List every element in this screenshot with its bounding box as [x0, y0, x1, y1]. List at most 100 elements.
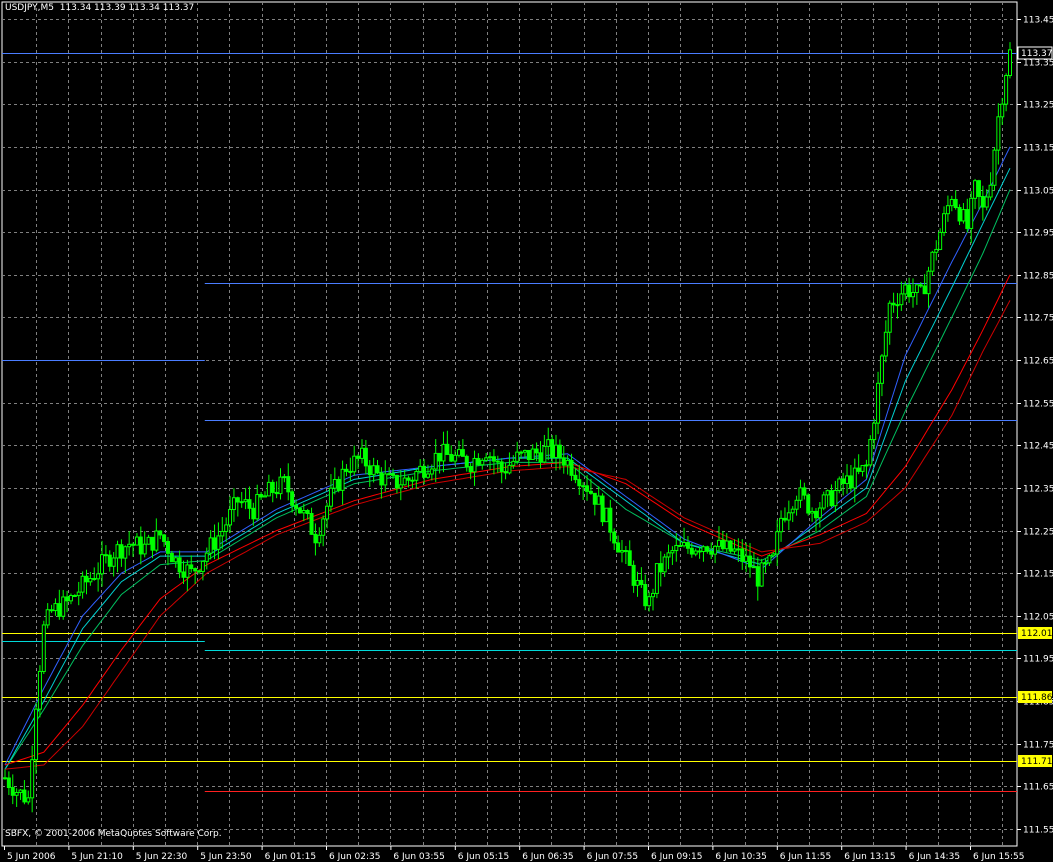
- candle-body: [282, 476, 287, 479]
- candle: [491, 449, 496, 475]
- candle: [670, 546, 675, 565]
- candle-body: [119, 544, 124, 559]
- candle-body: [658, 563, 663, 573]
- candle: [891, 292, 896, 313]
- candle: [488, 452, 493, 471]
- candle-body: [212, 537, 217, 550]
- candle: [464, 454, 469, 472]
- candle: [829, 484, 834, 508]
- candle-body: [173, 557, 178, 563]
- candle: [825, 489, 830, 508]
- candle-body: [577, 479, 582, 487]
- candle: [619, 539, 624, 563]
- candle: [833, 480, 838, 513]
- candle: [728, 540, 733, 554]
- candle: [14, 788, 19, 807]
- candle: [732, 539, 737, 555]
- candle-body: [107, 554, 112, 567]
- candle-body: [158, 530, 163, 536]
- candle: [239, 491, 244, 508]
- candle: [154, 518, 159, 553]
- candle-body: [511, 460, 516, 466]
- candle-body: [410, 479, 415, 482]
- candle-body: [208, 537, 213, 554]
- candle: [631, 560, 636, 593]
- ma-line-red: [4, 274, 1011, 766]
- candle-body: [150, 536, 155, 551]
- candle: [235, 496, 240, 517]
- candle-body: [6, 777, 11, 789]
- candle-body: [142, 543, 147, 555]
- candle-body: [670, 550, 675, 554]
- candle-body: [3, 777, 7, 780]
- candle-body: [115, 544, 120, 559]
- candle-body: [938, 231, 943, 250]
- candle-body: [662, 556, 667, 573]
- symbol-label: USDJPY,M5: [5, 3, 54, 13]
- candle-body: [414, 471, 419, 481]
- candle: [953, 190, 958, 210]
- candle-body: [255, 494, 260, 520]
- candle-body: [200, 560, 205, 572]
- candle: [526, 449, 531, 467]
- candle: [398, 470, 403, 501]
- candle: [189, 555, 194, 573]
- candle-body: [325, 505, 330, 520]
- candle: [759, 558, 764, 587]
- candle-body: [239, 501, 244, 504]
- candle: [26, 790, 31, 805]
- candle: [100, 540, 105, 587]
- candle: [798, 479, 803, 508]
- candle-body: [794, 499, 799, 510]
- candle-body: [216, 535, 221, 550]
- candle-body: [872, 422, 877, 441]
- candle: [895, 293, 900, 319]
- candle: [259, 492, 264, 500]
- candle: [142, 531, 147, 558]
- candle-body: [716, 539, 721, 547]
- candle-body: [519, 451, 524, 454]
- candle: [68, 593, 73, 605]
- candle: [930, 250, 935, 276]
- candle-body: [957, 207, 962, 222]
- candle: [639, 567, 644, 588]
- candle-body: [363, 447, 368, 467]
- y-tick-label: 112.75: [1023, 314, 1053, 324]
- candle: [790, 506, 795, 523]
- candle-body: [779, 517, 784, 533]
- candle: [786, 500, 791, 530]
- candle: [138, 526, 143, 565]
- candle: [111, 552, 116, 577]
- candle: [356, 454, 361, 469]
- x-tick-label: 6 Jun 10:35: [715, 852, 766, 862]
- candle: [600, 493, 605, 527]
- candle-body: [619, 550, 624, 553]
- candle: [456, 440, 461, 458]
- candle: [608, 499, 613, 542]
- candle: [76, 581, 81, 606]
- price-chart[interactable]: 113.45 113.35 113.25 113.15 113.05 112.95 112.…: [0, 0, 1053, 862]
- candle: [949, 195, 954, 212]
- candle: [701, 545, 706, 562]
- candle-body: [852, 467, 857, 489]
- price-marker-label: 112.01: [1021, 629, 1053, 639]
- candle: [499, 458, 504, 484]
- y-tick-label: 111.95: [1023, 655, 1053, 665]
- candle: [18, 788, 23, 800]
- candle: [131, 542, 136, 557]
- grid: [1, 1, 1018, 847]
- candle-body: [732, 548, 737, 552]
- x-tick-label: 6 Jun 13:15: [844, 852, 895, 862]
- candle: [422, 459, 427, 485]
- candle: [996, 103, 1001, 165]
- candle-body: [748, 555, 753, 568]
- candle: [976, 179, 981, 210]
- candle-body: [480, 459, 485, 466]
- candle-body: [235, 497, 240, 503]
- candle: [779, 510, 784, 542]
- candle-body: [65, 596, 70, 602]
- candle-body: [813, 510, 818, 519]
- candle-body: [507, 464, 512, 474]
- candle: [146, 534, 151, 545]
- candle: [375, 459, 380, 475]
